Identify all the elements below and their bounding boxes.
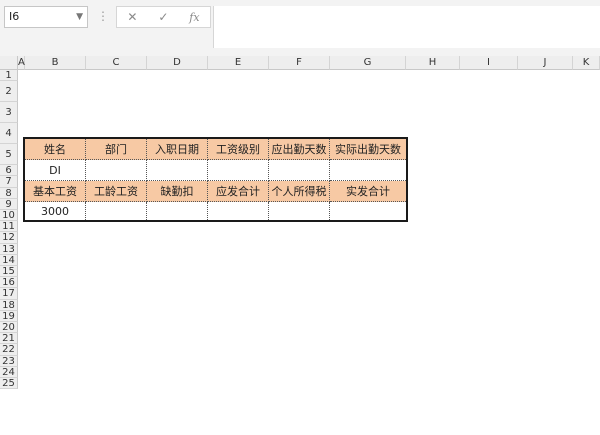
row-header-9[interactable]: 9 xyxy=(0,198,18,210)
cell-row2-2[interactable]: 入职日期 xyxy=(147,139,208,160)
row-header-21[interactable]: 21 xyxy=(0,333,18,345)
cell-row2-1[interactable]: 部门 xyxy=(86,139,147,160)
more-icon: ⋮ xyxy=(97,9,109,23)
column-header-B[interactable]: B xyxy=(25,56,86,70)
cell-row2-3[interactable]: 工资级别 xyxy=(208,139,269,160)
name-box[interactable]: I6 ▼ xyxy=(4,6,88,28)
cell-row4-5[interactable]: 实发合计 xyxy=(330,181,406,202)
row-header-7[interactable]: 7 xyxy=(0,176,18,188)
row-header-16[interactable]: 16 xyxy=(0,277,18,289)
formula-input[interactable] xyxy=(213,6,600,48)
column-header-C[interactable]: C xyxy=(86,56,147,70)
column-header-K[interactable]: K xyxy=(573,56,600,70)
salary-table: 姓名 部门 入职日期 工资级别 应出勤天数 实际出勤天数 DI 基本工资 工龄工资 缺勤扣 应发合计… xyxy=(23,137,408,222)
cell-row4-3[interactable]: 应发合计 xyxy=(208,181,269,202)
formula-actions: ✕ ✓ fx xyxy=(116,6,211,28)
spreadsheet-grid[interactable]: ABCDEFGHIJK 1 2 3 4 5 6 7 8 9 10 11 12 13 14 15 16 17 18 1… xyxy=(0,48,600,435)
cell-row3-0[interactable]: DI xyxy=(25,160,86,181)
row-header-3[interactable]: 3 xyxy=(0,102,18,124)
row-header-11[interactable]: 11 xyxy=(0,221,18,233)
column-header-A[interactable]: A xyxy=(18,56,25,70)
row-header-8[interactable]: 8 xyxy=(0,187,18,199)
cell-row3-2[interactable] xyxy=(147,160,208,181)
row-header-4[interactable]: 4 xyxy=(0,123,18,145)
cell-row4-2[interactable]: 缺勤扣 xyxy=(147,181,208,202)
select-all-corner[interactable] xyxy=(0,56,18,70)
chevron-down-icon[interactable]: ▼ xyxy=(76,7,83,27)
column-header-D[interactable]: D xyxy=(147,56,208,70)
enter-icon[interactable]: ✓ xyxy=(158,10,168,24)
row-header-5[interactable]: 5 xyxy=(0,144,18,166)
cancel-icon[interactable]: ✕ xyxy=(127,10,137,24)
cell-row3-5[interactable] xyxy=(330,160,406,181)
column-header-G[interactable]: G xyxy=(330,56,406,70)
row-header-10[interactable]: 10 xyxy=(0,210,18,222)
column-header-E[interactable]: E xyxy=(208,56,269,70)
row-header-17[interactable]: 17 xyxy=(0,288,18,300)
row-header-20[interactable]: 20 xyxy=(0,322,18,334)
cell-row5-2[interactable] xyxy=(147,202,208,220)
cell-row2-4[interactable]: 应出勤天数 xyxy=(269,139,330,160)
cell-row5-5[interactable] xyxy=(330,202,406,220)
row-header-15[interactable]: 15 xyxy=(0,266,18,278)
row-header-24[interactable]: 24 xyxy=(0,366,18,378)
cell-row4-1[interactable]: 工龄工资 xyxy=(86,181,147,202)
column-header-F[interactable]: F xyxy=(269,56,330,70)
cell-row2-5[interactable]: 实际出勤天数 xyxy=(330,139,406,160)
cell-row5-3[interactable] xyxy=(208,202,269,220)
row-header-14[interactable]: 14 xyxy=(0,254,18,266)
cell-row2-0[interactable]: 姓名 xyxy=(25,139,86,160)
cell-row4-0[interactable]: 基本工资 xyxy=(25,181,86,202)
row-header-13[interactable]: 13 xyxy=(0,243,18,255)
row-header-19[interactable]: 19 xyxy=(0,310,18,322)
cell-row5-1[interactable] xyxy=(86,202,147,220)
column-header-H[interactable]: H xyxy=(406,56,460,70)
name-box-value: I6 xyxy=(9,10,20,23)
insert-function-icon[interactable]: fx xyxy=(189,11,199,24)
grid-top-strip xyxy=(0,48,600,56)
row-header-18[interactable]: 18 xyxy=(0,299,18,311)
cell-row4-4[interactable]: 个人所得税 xyxy=(269,181,330,202)
cell-row5-0[interactable]: 3000 xyxy=(25,202,86,220)
cell-row3-4[interactable] xyxy=(269,160,330,181)
row-header-25[interactable]: 25 xyxy=(0,378,18,390)
row-header-23[interactable]: 23 xyxy=(0,355,18,367)
row-header-12[interactable]: 12 xyxy=(0,232,18,244)
row-header-1[interactable]: 1 xyxy=(0,70,18,82)
row-header-2[interactable]: 2 xyxy=(0,81,18,103)
row-header-22[interactable]: 22 xyxy=(0,344,18,356)
column-header-I[interactable]: I xyxy=(460,56,518,70)
cell-row5-4[interactable] xyxy=(269,202,330,220)
column-header-J[interactable]: J xyxy=(518,56,573,70)
formula-bar: I6 ▼ ⋮ ✕ ✓ fx xyxy=(0,0,600,48)
cell-row3-1[interactable] xyxy=(86,160,147,181)
cell-row3-3[interactable] xyxy=(208,160,269,181)
row-header-6[interactable]: 6 xyxy=(0,165,18,177)
